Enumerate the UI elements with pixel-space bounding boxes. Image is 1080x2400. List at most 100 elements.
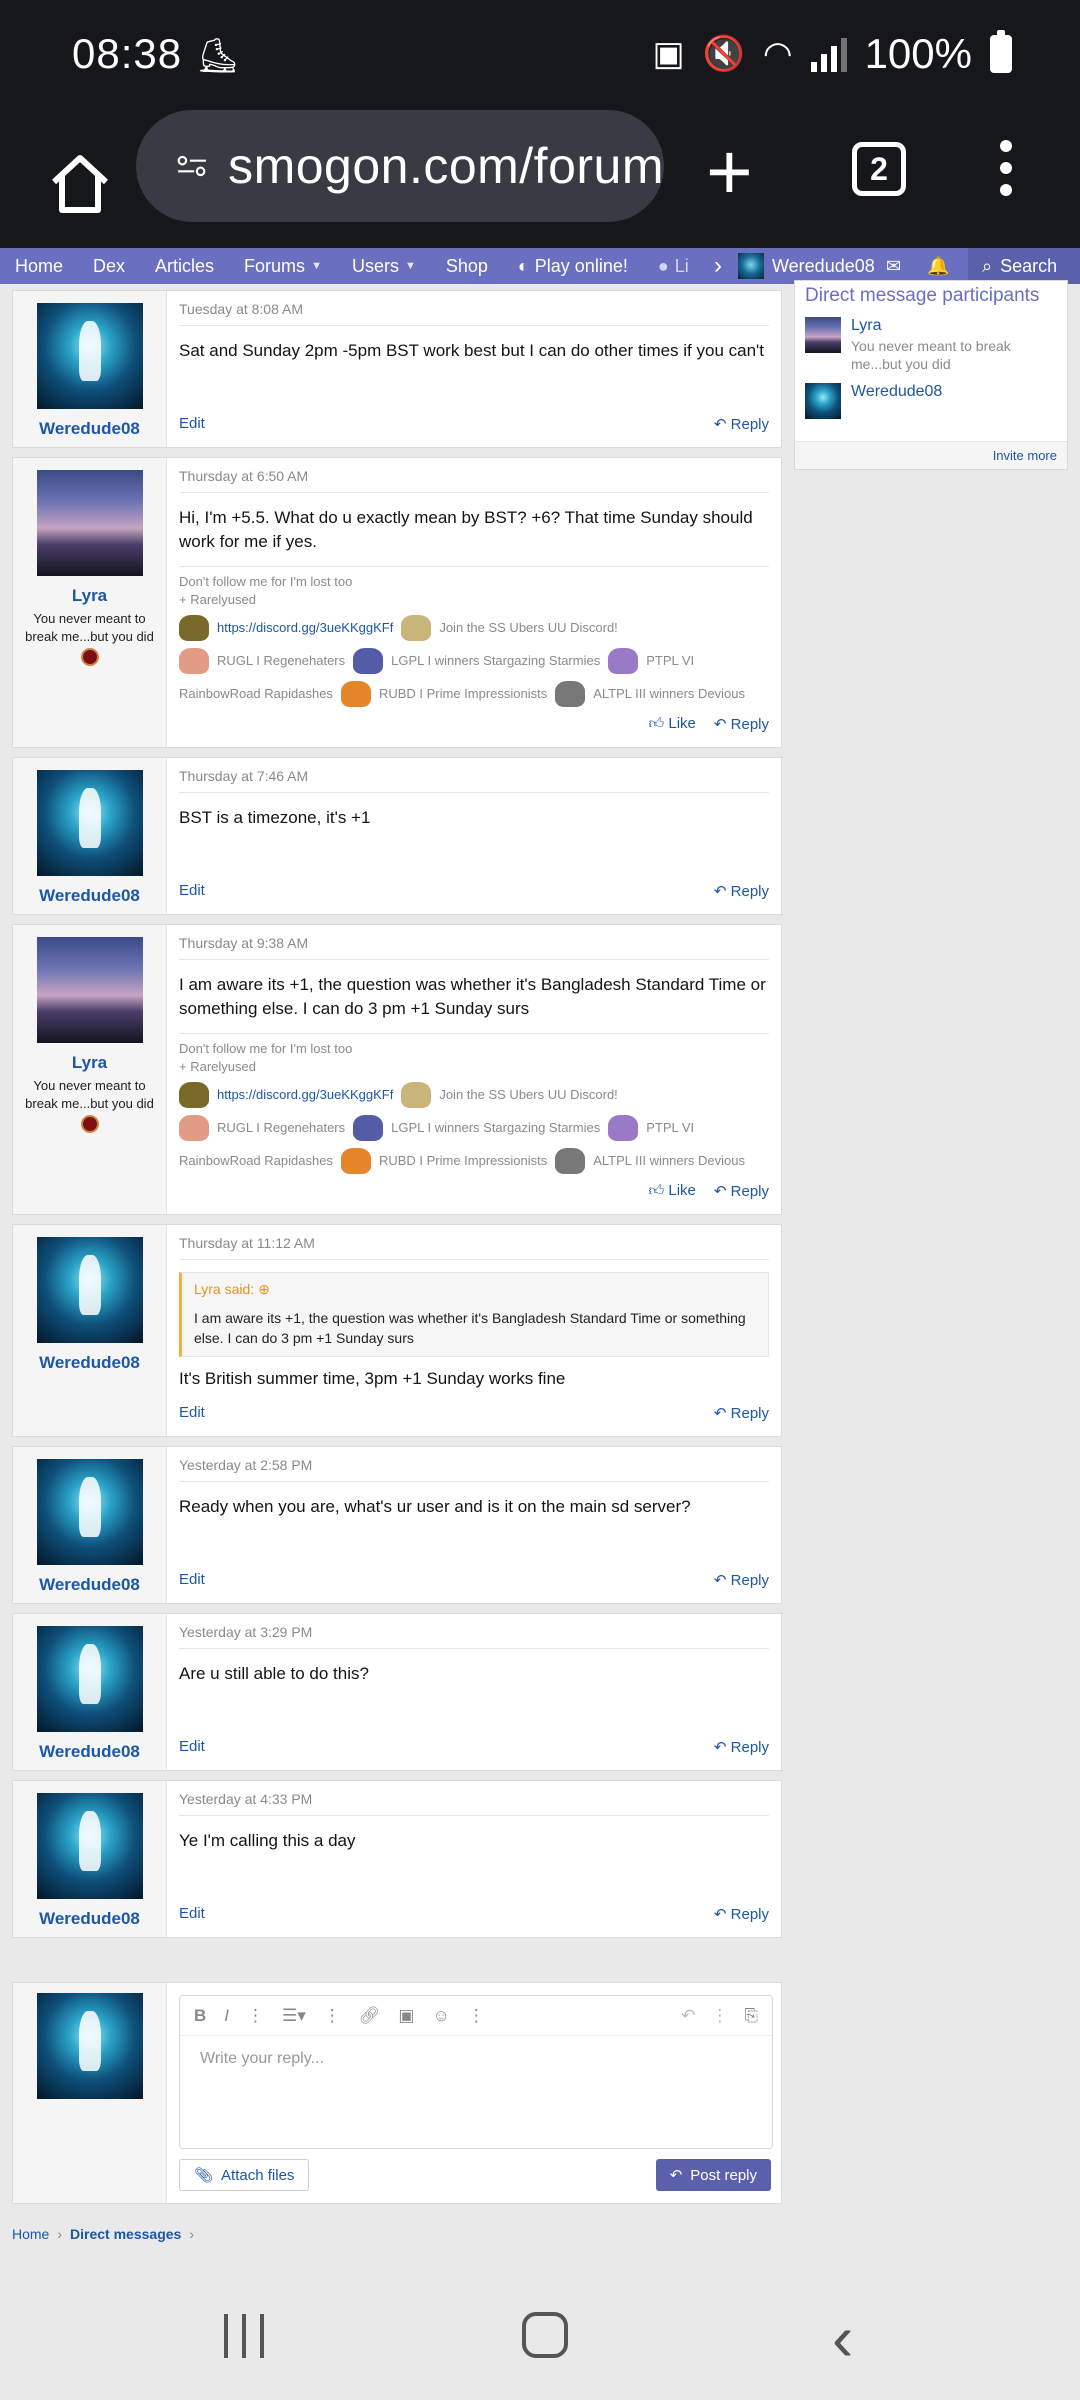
nav-home[interactable]: Home bbox=[0, 256, 78, 277]
username[interactable]: Weredude08 bbox=[13, 886, 166, 906]
italic-icon[interactable]: I bbox=[224, 2006, 229, 2026]
post-reply-button[interactable]: ↶ Post reply bbox=[655, 2159, 771, 2191]
avatar[interactable] bbox=[36, 1237, 143, 1343]
chevron-down-icon[interactable]: ▼ bbox=[405, 260, 416, 272]
nav-forums[interactable]: Forums ▼ bbox=[229, 256, 337, 277]
username[interactable]: Weredude08 bbox=[13, 1353, 166, 1373]
like-button[interactable]: 👍︎ Like bbox=[649, 1182, 696, 1200]
attach-files-button[interactable]: 📎︎ Attach files bbox=[179, 2159, 310, 2191]
invite-more-link[interactable]: Invite more bbox=[795, 441, 1067, 469]
avatar[interactable] bbox=[36, 303, 143, 409]
message-list: Weredude08 Tuesday at 8:08 AM Sat and Su… bbox=[12, 290, 782, 1947]
reply-button[interactable]: ↶ Reply bbox=[714, 1182, 769, 1200]
list-icon[interactable]: ☰▾ bbox=[282, 2006, 306, 2026]
avatar bbox=[738, 253, 764, 279]
reply-button[interactable]: ↶ Reply bbox=[714, 1738, 769, 1756]
chevron-down-icon[interactable]: ▼ bbox=[311, 260, 322, 272]
nav-live[interactable]: ● Li bbox=[643, 256, 704, 277]
link-icon[interactable]: 🔗︎ bbox=[359, 2006, 381, 2026]
breadcrumb-direct-messages[interactable]: Direct messages bbox=[70, 2226, 181, 2242]
message-date[interactable]: Tuesday at 8:08 AM bbox=[179, 301, 769, 326]
discord-link[interactable]: https://discord.gg/3ueKKggKFf bbox=[217, 1086, 393, 1104]
nav-users[interactable]: Users ▼ bbox=[337, 256, 431, 277]
home-icon[interactable] bbox=[40, 144, 120, 224]
reply-button[interactable]: ↶ Reply bbox=[714, 715, 769, 733]
message-date[interactable]: Thursday at 9:38 AM bbox=[179, 935, 769, 960]
participant[interactable]: Weredude08 bbox=[795, 373, 1067, 461]
message-date[interactable]: Thursday at 6:50 AM bbox=[179, 468, 769, 493]
participant-name[interactable]: Lyra bbox=[851, 317, 1057, 335]
reply-icon: ↶ bbox=[713, 883, 727, 900]
participant[interactable]: Lyra You never meant to break me...but y… bbox=[795, 307, 1067, 373]
overflow-menu-icon[interactable] bbox=[1000, 140, 1012, 206]
new-tab-icon[interactable]: + bbox=[706, 132, 753, 212]
address-bar[interactable]: smogon.com/forum bbox=[136, 110, 664, 222]
reply-button[interactable]: ↶ Reply bbox=[714, 1905, 769, 1923]
preview-icon[interactable]: ⎘ bbox=[744, 2006, 758, 2026]
chevron-right-icon[interactable]: › bbox=[714, 252, 722, 280]
site-settings-icon[interactable] bbox=[176, 144, 208, 188]
nav-articles[interactable]: Articles bbox=[140, 256, 229, 277]
pokemon-sprite-icon bbox=[353, 647, 384, 674]
edit-button[interactable]: Edit bbox=[179, 1404, 205, 1422]
edit-button[interactable]: Edit bbox=[179, 1571, 205, 1589]
message-body: Sat and Sunday 2pm -5pm BST work best bu… bbox=[179, 341, 765, 360]
edit-button[interactable]: Edit bbox=[179, 415, 205, 433]
message-date[interactable]: Thursday at 11:12 AM bbox=[179, 1235, 769, 1260]
avatar[interactable] bbox=[36, 770, 143, 876]
arrow-up-circle-icon[interactable]: ⊕ bbox=[258, 1281, 270, 1297]
back-icon[interactable]: ‹ bbox=[832, 2306, 853, 2370]
home-icon[interactable] bbox=[522, 2312, 568, 2358]
more-options-icon[interactable]: ⋮ bbox=[468, 2006, 485, 2026]
bell-icon[interactable]: 🔔 bbox=[927, 256, 949, 277]
avatar[interactable] bbox=[36, 1459, 143, 1565]
undo-icon[interactable]: ↶ bbox=[681, 2006, 695, 2026]
avatar[interactable] bbox=[36, 1626, 143, 1732]
message-date[interactable]: Yesterday at 3:29 PM bbox=[179, 1624, 769, 1649]
inbox-icon[interactable]: ✉ bbox=[886, 256, 901, 277]
more-options-icon[interactable]: ⋮ bbox=[711, 2006, 728, 2026]
edit-button[interactable]: Edit bbox=[179, 1905, 205, 1923]
reply-input[interactable]: Write your reply... bbox=[180, 2036, 772, 2082]
avatar[interactable] bbox=[805, 383, 869, 461]
username[interactable]: Weredude08 bbox=[13, 1742, 166, 1762]
system-nav-bar: ‹ bbox=[0, 2270, 1080, 2400]
image-icon[interactable]: ▣ bbox=[398, 2006, 414, 2026]
emoji-icon[interactable]: ☺ bbox=[432, 2006, 449, 2026]
tab-switcher-button[interactable]: 2 bbox=[852, 142, 906, 196]
avatar[interactable] bbox=[805, 317, 841, 353]
message-date[interactable]: Yesterday at 4:33 PM bbox=[179, 1791, 769, 1816]
avatar[interactable] bbox=[36, 937, 143, 1043]
username[interactable]: Lyra bbox=[13, 1053, 166, 1073]
discord-link[interactable]: https://discord.gg/3ueKKggKFf bbox=[217, 619, 393, 637]
edit-button[interactable]: Edit bbox=[179, 1738, 205, 1756]
reply-button[interactable]: ↶ Reply bbox=[714, 415, 769, 433]
nav-play-online[interactable]: ◐ Play online! bbox=[503, 256, 643, 277]
avatar[interactable] bbox=[36, 470, 143, 576]
more-options-icon[interactable]: ⋮ bbox=[247, 2006, 264, 2026]
username[interactable]: Lyra bbox=[13, 586, 166, 606]
reply-button[interactable]: ↶ Reply bbox=[714, 882, 769, 900]
reply-button[interactable]: ↶ Reply bbox=[714, 1571, 769, 1589]
nav-account[interactable]: Weredude08 bbox=[738, 248, 875, 284]
message-date[interactable]: Thursday at 7:46 AM bbox=[179, 768, 769, 793]
search-button[interactable]: ⌕ Search bbox=[968, 248, 1080, 284]
username[interactable]: Weredude08 bbox=[13, 419, 166, 439]
edit-button[interactable]: Edit bbox=[179, 882, 205, 900]
message-date[interactable]: Yesterday at 2:58 PM bbox=[179, 1457, 769, 1482]
bold-icon[interactable]: B bbox=[194, 2006, 206, 2026]
nav-dex[interactable]: Dex bbox=[78, 256, 140, 277]
message: Weredude08 Thursday at 11:12 AM Lyra sai… bbox=[12, 1224, 782, 1437]
username[interactable]: Weredude08 bbox=[13, 1909, 166, 1929]
reply-editor[interactable]: B I ⋮ ☰▾ ⋮ 🔗︎ ▣ ☺ ⋮ ↶ ⋮ ⎘ Write your reply… bbox=[179, 1995, 773, 2149]
more-options-icon[interactable]: ⋮ bbox=[324, 2006, 341, 2026]
wifi-icon: ◠ bbox=[762, 35, 793, 73]
quote-author[interactable]: Lyra said: ⊕ bbox=[194, 1281, 756, 1298]
reply-button[interactable]: ↶ Reply bbox=[714, 1404, 769, 1422]
breadcrumb-home[interactable]: Home bbox=[12, 2226, 49, 2242]
like-button[interactable]: 👍︎ Like bbox=[649, 715, 696, 733]
avatar[interactable] bbox=[36, 1793, 143, 1899]
nav-shop[interactable]: Shop bbox=[431, 256, 503, 277]
recents-icon[interactable] bbox=[224, 2314, 264, 2358]
username[interactable]: Weredude08 bbox=[13, 1575, 166, 1595]
